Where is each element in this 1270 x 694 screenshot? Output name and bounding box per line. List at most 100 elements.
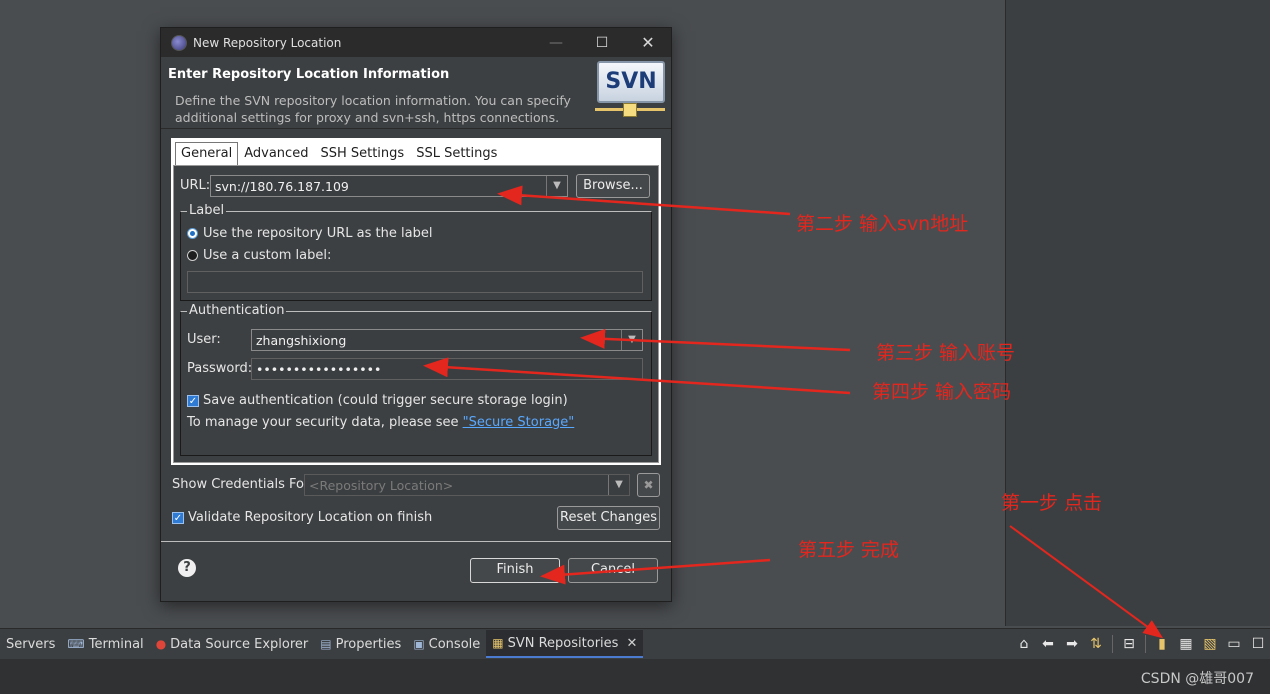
validate-row: ✓ Validate Repository Location on finish…: [171, 504, 661, 532]
toolbar-separator: [1145, 635, 1146, 653]
help-icon[interactable]: ?: [178, 559, 196, 577]
show-credentials-label: Show Credentials For:: [172, 477, 314, 492]
status-bar: [0, 659, 1270, 694]
new-repository-location-icon[interactable]: ▮: [1152, 634, 1172, 654]
secure-storage-text: To manage your security data, please see: [187, 415, 463, 430]
user-combo[interactable]: zhangshixiong ▼: [251, 329, 643, 351]
tab-folder: General Advanced SSH Settings SSL Settin…: [171, 138, 661, 465]
authentication-group: Authentication User: zhangshixiong ▼ Pas…: [180, 303, 652, 456]
collapse-all-icon[interactable]: ⊟: [1119, 634, 1139, 654]
tab-svn-repositories[interactable]: ▦ SVN Repositories ✕: [486, 630, 644, 658]
user-value: zhangshixiong: [256, 333, 347, 348]
reset-changes-button[interactable]: Reset Changes: [557, 506, 660, 530]
tab-ssh-settings[interactable]: SSH Settings: [314, 142, 410, 166]
annotation-step5: 第五步 完成: [798, 539, 900, 561]
bottom-view-tabs: Servers ⌨ Terminal ● Data Source Explorer …: [0, 629, 644, 659]
tab-general[interactable]: General: [175, 142, 239, 165]
checkmark-icon: ✓: [187, 394, 199, 407]
footer-separator: [161, 541, 671, 542]
toolbar-separator: [1112, 635, 1113, 653]
svn-logo-icon: SVN: [595, 61, 665, 121]
annotation-step3: 第三步 输入账号: [876, 342, 1016, 364]
save-authentication-label: Save authentication (could trigger secur…: [203, 393, 568, 408]
editor-area: [1005, 0, 1270, 626]
import-icon[interactable]: ▧: [1200, 634, 1220, 654]
terminal-icon: ⌨: [67, 637, 85, 651]
annotation-step4: 第四步 输入密码: [872, 381, 1012, 403]
minimize-icon[interactable]: ▭: [1224, 634, 1244, 654]
url-row: URL: svn://180.76.187.109 ▼ Browse...: [180, 174, 652, 200]
chevron-down-icon[interactable]: ▼: [546, 176, 567, 196]
checkmark-icon: ✓: [172, 511, 184, 524]
use-repository-url-label: Use the repository URL as the label: [203, 226, 433, 241]
credentials-placeholder: <Repository Location>: [309, 478, 454, 493]
dialog-titlebar: New Repository Location — ☐ ✕: [161, 28, 671, 57]
forward-icon[interactable]: ➡: [1062, 634, 1082, 654]
close-button[interactable]: ✕: [625, 28, 671, 57]
save-authentication-checkbox[interactable]: ✓ Save authentication (could trigger sec…: [187, 393, 568, 408]
tab-servers[interactable]: Servers: [0, 630, 61, 658]
radio-unselected-icon: [187, 250, 198, 261]
password-input[interactable]: •••••••••••••••••: [251, 358, 643, 380]
refresh-icon[interactable]: ⇅: [1086, 634, 1106, 654]
tab-data-source-explorer[interactable]: ● Data Source Explorer: [150, 630, 315, 658]
tab-label: Data Source Explorer: [170, 636, 309, 652]
tab-terminal[interactable]: ⌨ Terminal: [61, 630, 149, 658]
validate-location-checkbox[interactable]: ✓ Validate Repository Location on finish: [172, 510, 432, 525]
tab-console[interactable]: ▣ Console: [407, 630, 486, 658]
dialog-banner: Enter Repository Location Information De…: [161, 57, 671, 129]
eclipse-icon: [171, 34, 187, 51]
clear-credentials-button[interactable]: ✖: [637, 473, 660, 497]
label-group-title: Label: [187, 203, 227, 218]
minimize-button[interactable]: —: [533, 28, 579, 57]
use-custom-label-radio[interactable]: Use a custom label:: [187, 248, 331, 263]
settings-tabs: General Advanced SSH Settings SSL Settin…: [175, 142, 503, 166]
watermark: CSDN @雄哥007: [1140, 671, 1254, 687]
general-tab-panel: URL: svn://180.76.187.109 ▼ Browse... La…: [173, 165, 659, 463]
tab-ssl-settings[interactable]: SSL Settings: [410, 142, 503, 166]
browse-button[interactable]: Browse...: [576, 174, 650, 198]
maximize-button[interactable]: ☐: [579, 28, 625, 57]
password-label: Password:: [187, 361, 253, 376]
label-group: Label Use the repository URL as the labe…: [180, 203, 652, 301]
database-icon: ●: [155, 637, 167, 651]
use-custom-label-label: Use a custom label:: [203, 248, 332, 263]
secure-storage-link[interactable]: "Secure Storage": [463, 415, 575, 430]
svn-logo-text: SVN: [597, 61, 665, 103]
close-icon[interactable]: ✕: [626, 636, 637, 651]
svn-repository-icon: ▦: [492, 636, 504, 650]
tab-properties[interactable]: ▤ Properties: [314, 630, 407, 658]
url-label: URL:: [180, 178, 211, 193]
use-repository-url-radio[interactable]: Use the repository URL as the label: [187, 226, 432, 241]
new-repository-location-dialog: New Repository Location — ☐ ✕ Enter Repo…: [160, 27, 672, 602]
home-icon[interactable]: ⌂: [1014, 634, 1034, 654]
back-icon[interactable]: ⬅: [1038, 634, 1058, 654]
annotation-step2: 第二步 输入svn地址: [796, 213, 969, 235]
user-label: User:: [187, 332, 221, 347]
tab-label: Properties: [335, 636, 402, 652]
url-value: svn://180.76.187.109: [215, 179, 349, 194]
validate-location-label: Validate Repository Location on finish: [188, 510, 433, 525]
finish-button[interactable]: Finish: [470, 558, 560, 583]
chevron-down-icon[interactable]: ▼: [608, 475, 629, 495]
custom-label-input[interactable]: [187, 271, 643, 293]
annotation-step1: 第一步 点击: [1001, 492, 1103, 514]
credentials-combo[interactable]: <Repository Location> ▼: [304, 474, 630, 496]
chevron-down-icon[interactable]: ▼: [621, 330, 642, 350]
secure-storage-note: To manage your security data, please see…: [187, 415, 574, 430]
dialog-title: New Repository Location: [193, 35, 342, 50]
tab-label: Servers: [6, 636, 56, 652]
banner-heading: Enter Repository Location Information: [168, 67, 450, 82]
maximize-icon[interactable]: ☐: [1248, 634, 1268, 654]
checkout-icon[interactable]: ▦: [1176, 634, 1196, 654]
banner-description: Define the SVN repository location infor…: [175, 93, 571, 125]
radio-selected-icon: [187, 228, 198, 239]
tab-label: SVN Repositories: [507, 635, 619, 651]
view-toolbar: ⌂ ⬅ ➡ ⇅ ⊟ ▮ ▦ ▧ ▭ ☐: [1012, 629, 1270, 659]
cancel-button[interactable]: Cancel: [568, 558, 658, 583]
url-combo[interactable]: svn://180.76.187.109 ▼: [210, 175, 568, 197]
properties-icon: ▤: [320, 637, 332, 651]
tab-label: Console: [428, 636, 481, 652]
tab-advanced[interactable]: Advanced: [238, 142, 314, 166]
console-icon: ▣: [413, 637, 425, 651]
